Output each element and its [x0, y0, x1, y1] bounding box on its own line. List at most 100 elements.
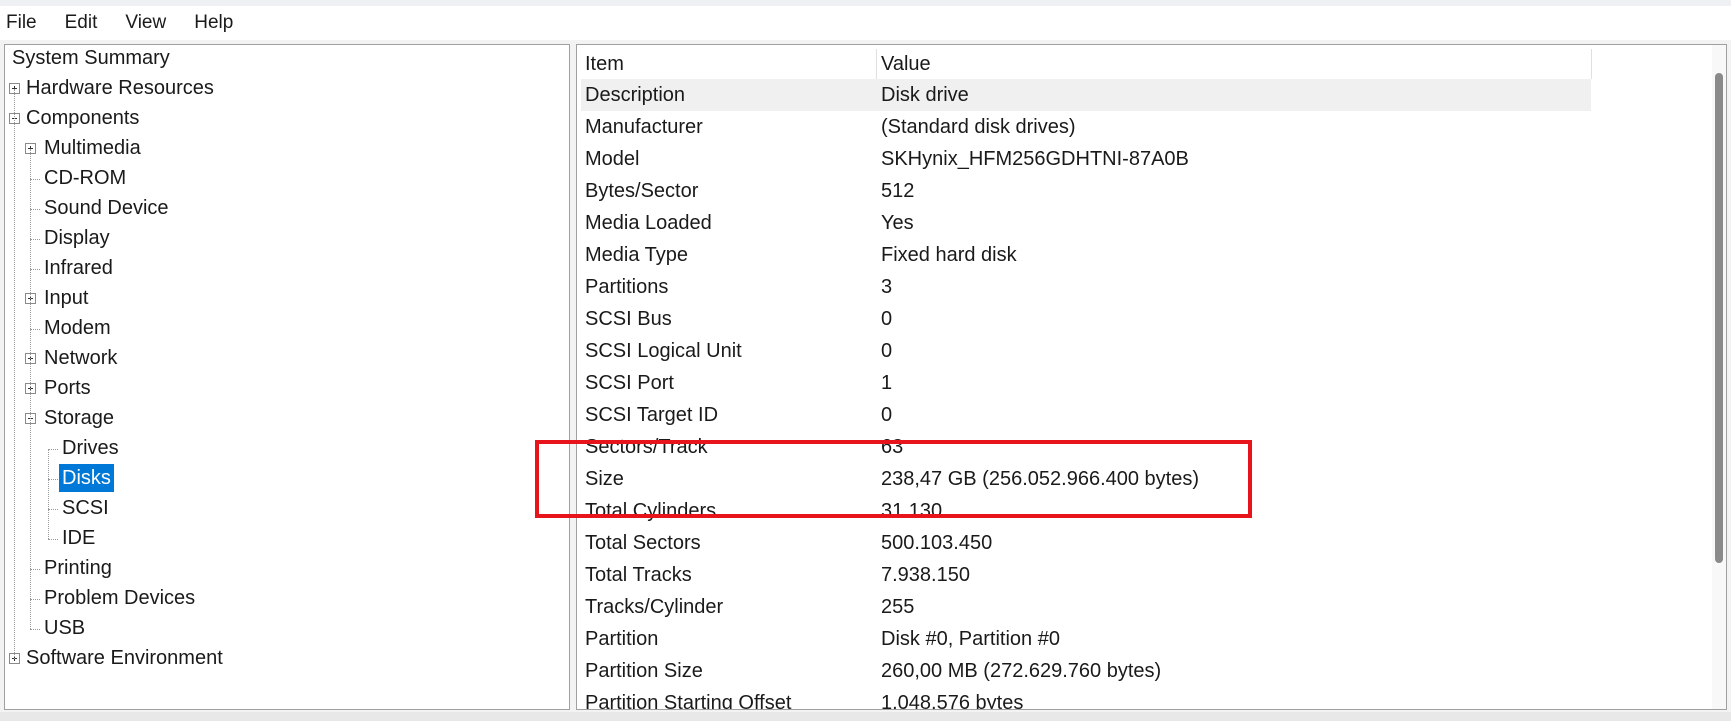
row-item: SCSI Target ID — [585, 404, 719, 426]
vertical-scrollbar[interactable] — [1712, 45, 1726, 709]
row-item: Partition — [585, 628, 659, 650]
tree-connector — [30, 269, 40, 270]
tree-item-input[interactable]: Input — [41, 283, 91, 313]
table-row[interactable]: Total Sectors 500.103.450 — [581, 527, 1591, 559]
tree-item-display[interactable]: Display — [41, 223, 113, 253]
tree-item-label: Problem Devices — [44, 587, 196, 609]
tree-connector-line — [14, 89, 15, 659]
table-row[interactable]: Partition Size 260,00 MB (272.629.760 byt… — [581, 655, 1591, 687]
tree-item-hardware-resources[interactable]: Hardware Resources — [23, 73, 217, 103]
tree-item-network[interactable]: Network — [41, 343, 120, 373]
table-row[interactable]: Model SKHynix_HFM256GDHTNI-87A0B — [581, 143, 1591, 175]
row-value: 0 — [881, 308, 893, 330]
tree-item-usb[interactable]: USB — [41, 613, 88, 643]
tree-item-label: Display — [44, 227, 110, 249]
tree-item-label: Sound Device — [44, 197, 169, 219]
tree-item-label: Infrared — [44, 257, 113, 279]
column-divider[interactable] — [876, 49, 877, 79]
table-row[interactable]: Partition Disk #0, Partition #0 — [581, 623, 1591, 655]
row-value: 238,47 GB (256.052.966.400 bytes) — [881, 468, 1200, 490]
table-row[interactable]: SCSI Bus 0 — [581, 303, 1591, 335]
tree-item-components[interactable]: Components — [23, 103, 142, 133]
table-row[interactable]: Size 238,47 GB (256.052.966.400 bytes) — [581, 463, 1591, 495]
row-item: Bytes/Sector — [585, 180, 699, 202]
menu-file[interactable]: File — [0, 12, 51, 34]
column-header-item[interactable]: Item — [585, 49, 624, 79]
column-header-value[interactable]: Value — [881, 49, 931, 79]
column-divider-end[interactable] — [1591, 49, 1592, 79]
row-item: Partitions — [585, 276, 669, 298]
row-value: 31.130 — [881, 500, 943, 522]
table-row[interactable]: Description Disk drive — [581, 79, 1591, 111]
row-value: 260,00 MB (272.629.760 bytes) — [881, 660, 1162, 682]
tree-connector — [30, 179, 40, 180]
tree-item-drives[interactable]: Drives — [59, 433, 122, 463]
row-value: 63 — [881, 436, 904, 458]
details-list[interactable]: Item Value Description Disk drive Manufact… — [576, 44, 1727, 710]
tree-item-label: USB — [44, 617, 86, 639]
table-row[interactable]: SCSI Port 1 — [581, 367, 1591, 399]
row-item: Model — [585, 148, 640, 170]
table-row[interactable]: Media Loaded Yes — [581, 207, 1591, 239]
tree-item-sound-device[interactable]: Sound Device — [41, 193, 172, 223]
row-item: Media Type — [585, 244, 689, 266]
tree-connector — [48, 509, 58, 510]
row-value: 512 — [881, 180, 915, 202]
tree-item-multimedia[interactable]: Multimedia — [41, 133, 144, 163]
table-row[interactable]: Manufacturer (Standard disk drives) — [581, 111, 1591, 143]
row-value: 500.103.450 — [881, 532, 993, 554]
tree-item-label: SCSI — [62, 497, 109, 519]
scrollbar-thumb[interactable] — [1715, 73, 1723, 563]
table-row[interactable]: Partitions 3 — [581, 271, 1591, 303]
row-item: Sectors/Track — [585, 436, 708, 458]
table-row[interactable]: Bytes/Sector 512 — [581, 175, 1591, 207]
tree-item-cd-rom[interactable]: CD-ROM — [41, 163, 129, 193]
category-tree[interactable]: System Summary Hardware Resources Componen… — [4, 44, 570, 710]
details-header: Item Value — [581, 49, 1591, 79]
row-value: Disk #0, Partition #0 — [881, 628, 1060, 650]
tree-item-scsi[interactable]: SCSI — [59, 493, 112, 523]
tree-item-software-environment[interactable]: Software Environment — [23, 643, 226, 673]
row-item: Media Loaded — [585, 212, 712, 234]
row-item: SCSI Port — [585, 372, 674, 394]
table-row[interactable]: Tracks/Cylinder 255 — [581, 591, 1591, 623]
tree-item-printing[interactable]: Printing — [41, 553, 115, 583]
tree-item-ide[interactable]: IDE — [59, 523, 98, 553]
tree-item-storage[interactable]: Storage — [41, 403, 117, 433]
row-value: Yes — [881, 212, 914, 234]
tree-item-infrared[interactable]: Infrared — [41, 253, 116, 283]
tree-item-label: Components — [26, 107, 140, 129]
table-row[interactable]: Partition Starting Offset 1.048.576 bytes — [581, 687, 1591, 709]
tree-item-system-summary[interactable]: System Summary — [9, 45, 173, 73]
table-row[interactable]: SCSI Logical Unit 0 — [581, 335, 1591, 367]
tree-item-label: IDE — [62, 527, 96, 549]
tree-item-label: CD-ROM — [44, 167, 127, 189]
tree-connector — [48, 479, 58, 480]
row-item: Total Tracks — [585, 564, 692, 586]
tree-item-label: Software Environment — [26, 647, 223, 669]
menu-help[interactable]: Help — [188, 12, 247, 34]
table-row[interactable]: Media Type Fixed hard disk — [581, 239, 1591, 271]
row-item: Total Cylinders — [585, 500, 717, 522]
tree-item-disks[interactable]: Disks — [59, 463, 114, 493]
row-value: (Standard disk drives) — [881, 116, 1076, 138]
tree-connector — [30, 209, 40, 210]
menu-view[interactable]: View — [119, 12, 180, 34]
tree-connector — [48, 539, 58, 540]
tree-connector-line — [30, 149, 31, 629]
tree-item-ports[interactable]: Ports — [41, 373, 94, 403]
tree-item-label: Input — [44, 287, 89, 309]
table-row[interactable]: Total Tracks 7.938.150 — [581, 559, 1591, 591]
tree-item-label: Storage — [44, 407, 115, 429]
menu-edit[interactable]: Edit — [59, 12, 112, 34]
row-value: SKHynix_HFM256GDHTNI-87A0B — [881, 148, 1189, 170]
tree-item-modem[interactable]: Modem — [41, 313, 114, 343]
tree-connector — [30, 239, 40, 240]
menu-bar: File Edit View Help — [0, 6, 1731, 40]
tree-item-label: Drives — [62, 437, 119, 459]
table-row[interactable]: SCSI Target ID 0 — [581, 399, 1591, 431]
tree-item-problem-devices[interactable]: Problem Devices — [41, 583, 198, 613]
table-row[interactable]: Total Cylinders 31.130 — [581, 495, 1591, 527]
row-item: Description — [585, 84, 686, 106]
table-row[interactable]: Sectors/Track 63 — [581, 431, 1591, 463]
